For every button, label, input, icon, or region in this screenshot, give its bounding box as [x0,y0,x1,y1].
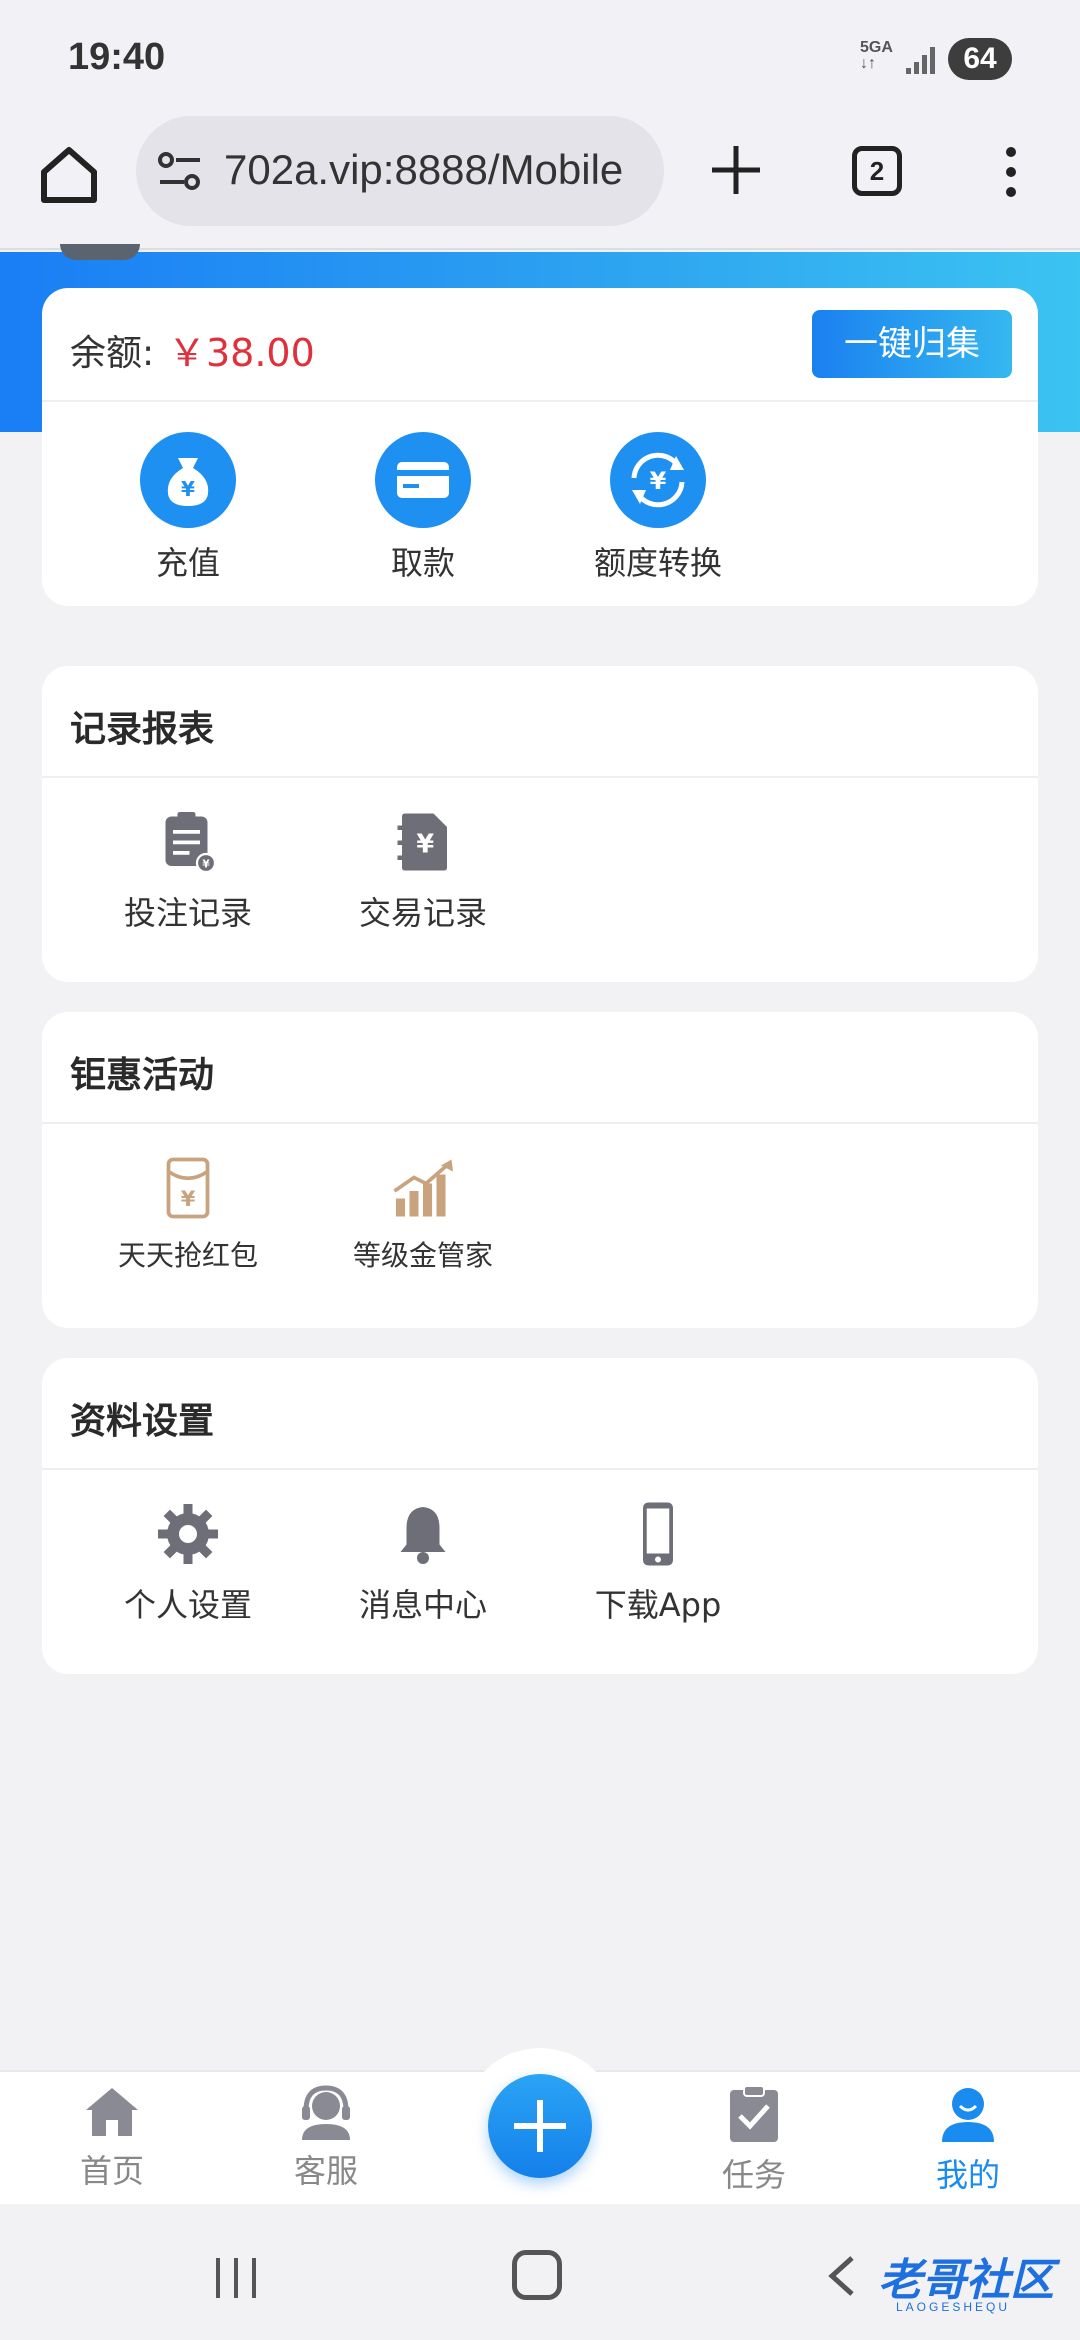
settings-title: 资料设置 [70,1401,215,1442]
records-card: 记录报表 ¥ 投注记录 ¥ 交易记录 [42,666,1038,982]
promotions-header: 钜惠活动 [42,1012,1038,1124]
level-manager-button[interactable]: 等级金管家 [323,1152,523,1274]
url-text: 702a.vip:8888/Mobile [224,146,624,193]
bet-records-label: 投注记录 [123,894,252,932]
deposit-button[interactable]: ¥ 充值 [88,432,288,584]
deposit-label: 充值 [155,544,220,582]
withdraw-label: 取款 [390,544,455,582]
personal-settings-button[interactable]: 个人设置 [88,1498,288,1626]
growth-chart-icon [393,1159,453,1217]
yuan-exchange-icon: ¥ [610,432,706,528]
status-time: 19:40 [68,36,166,78]
battery-indicator: 64 [948,38,1012,80]
clipboard-icon: ¥ [165,812,217,874]
transaction-records-button[interactable]: ¥ 交易记录 [323,806,523,934]
network-type: 5GA ↓↑ [860,39,893,72]
nav-mine[interactable]: 我的 [898,2084,1038,2196]
more-menu-icon[interactable] [996,142,1026,202]
system-home-button[interactable] [512,2250,562,2300]
bell-icon [400,1507,446,1564]
balance-label: 余额: [70,333,155,374]
avatar[interactable] [60,244,140,260]
bet-records-button[interactable]: ¥ 投注记录 [88,806,288,934]
browser-toolbar: 702a.vip:8888/Mobile 2 [0,112,1080,250]
red-envelope-icon: ¥ [166,1157,210,1219]
system-nav-bar: 老哥社区 LAOGESHEQU [0,2204,1080,2340]
status-bar: 19:40 5GA ↓↑ 64 [0,0,1080,112]
svg-text:¥: ¥ [650,467,667,495]
settings-header: 资料设置 [42,1358,1038,1470]
download-app-label: 下载App [594,1586,722,1624]
signal-icon [906,47,935,74]
quota-transfer-button[interactable]: ¥ 额度转换 [558,432,758,584]
download-app-button[interactable]: 下载App [558,1498,758,1626]
card-icon [375,432,471,528]
message-center-label: 消息中心 [358,1586,487,1624]
red-envelope-button[interactable]: ¥ 天天抢红包 [88,1152,288,1274]
records-title: 记录报表 [70,709,215,750]
nav-mine-label: 我的 [935,2156,1000,2194]
new-tab-icon[interactable] [706,140,766,200]
promotions-card: 钜惠活动 ¥ 天天抢红包 等级金管家 [42,1012,1038,1328]
address-bar[interactable]: 702a.vip:8888/Mobile [136,116,664,226]
nav-customer-service[interactable]: 客服 [256,2084,396,2192]
task-clipboard-icon [730,2085,778,2142]
collect-all-button[interactable]: 一键归集 [812,310,1012,378]
settings-card: 资料设置 个人设置 消息中心 下载App [42,1358,1038,1674]
back-icon[interactable] [826,2254,856,2298]
plus-icon [514,2100,566,2152]
balance-value: ￥38.00 [168,331,315,375]
records-header: 记录报表 [42,666,1038,778]
balance-card: 余额: ￥38.00 一键归集 ¥ 充值 取款 ¥ 额度转换 [42,288,1038,606]
add-button[interactable] [488,2074,592,2178]
house-icon [86,2088,138,2136]
nav-home-label: 首页 [79,2152,144,2190]
nav-tasks-label: 任务 [721,2156,786,2194]
personal-settings-label: 个人设置 [123,1586,252,1624]
nav-home[interactable]: 首页 [42,2084,182,2192]
transaction-records-label: 交易记录 [358,894,487,932]
svg-text:¥: ¥ [181,477,195,501]
watermark-logo: 老哥社区 [878,2255,1054,2306]
nav-customer-service-label: 客服 [293,2152,358,2190]
site-settings-icon[interactable] [156,150,204,192]
money-bag-icon: ¥ [140,432,236,528]
home-icon[interactable] [36,142,102,208]
yuan-notebook-icon: ¥ [397,813,447,871]
headset-icon [302,2085,350,2140]
withdraw-button[interactable]: 取款 [323,432,523,584]
quota-transfer-label: 额度转换 [593,544,722,582]
gear-icon [158,1504,218,1564]
svg-text:¥: ¥ [202,859,210,871]
watermark-subtext: LAOGESHEQU [896,2300,1011,2314]
svg-text:¥: ¥ [181,1187,196,1211]
level-manager-label: 等级金管家 [352,1239,493,1272]
svg-text:¥: ¥ [416,830,434,860]
recent-apps-icon[interactable] [212,2256,260,2300]
tab-switcher-button[interactable]: 2 [852,146,902,196]
user-icon [942,2088,994,2142]
red-envelope-label: 天天抢红包 [117,1239,258,1272]
message-center-button[interactable]: 消息中心 [323,1498,523,1626]
nav-tasks[interactable]: 任务 [684,2084,824,2196]
phone-icon [643,1502,673,1566]
promotions-title: 钜惠活动 [70,1055,215,1096]
divider [42,400,1038,402]
